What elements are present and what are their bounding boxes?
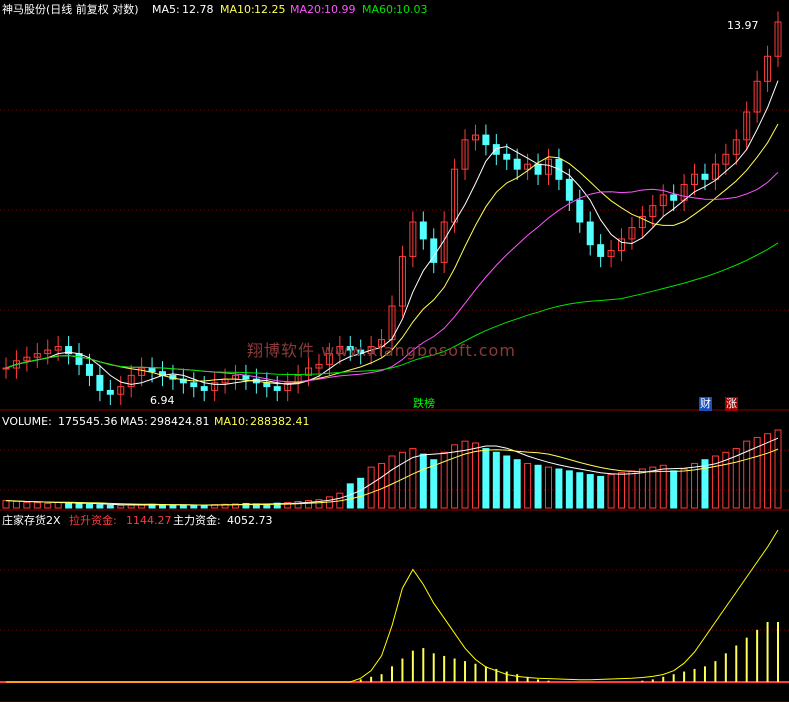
volume-bar xyxy=(23,501,31,509)
volume-bar xyxy=(732,448,740,509)
low-price-label: 6.94 xyxy=(150,394,175,407)
candle-body xyxy=(565,178,573,201)
candle-body xyxy=(701,173,709,180)
volume-bar xyxy=(169,504,177,509)
volume-value: 175545.36 xyxy=(58,415,118,428)
ma10-label: MA10: xyxy=(220,3,255,16)
high-price-label: 13.97 xyxy=(727,19,759,32)
volume-bar xyxy=(419,453,427,509)
volume-bar xyxy=(357,477,365,509)
volume-title: VOLUME: xyxy=(2,415,52,428)
volume-bar xyxy=(65,502,73,509)
volume-bar xyxy=(190,504,198,509)
candle-body xyxy=(2,367,10,370)
ma20-value: 10.99 xyxy=(324,3,356,16)
volume-bar xyxy=(388,455,396,509)
volume-bar xyxy=(555,468,563,509)
ma60-value: 10.03 xyxy=(396,3,428,16)
candle-body xyxy=(513,158,521,170)
candle-body xyxy=(273,386,281,391)
candle-body xyxy=(96,374,104,391)
volume-bar xyxy=(534,464,542,509)
volume-bar xyxy=(367,466,375,509)
volume-bar xyxy=(576,472,584,509)
ma5-line xyxy=(5,80,779,385)
candle-body xyxy=(482,134,490,146)
volume-bar xyxy=(451,444,459,509)
pull-funds-label: 拉升资金: xyxy=(69,514,117,527)
candle-body xyxy=(190,382,198,388)
volume-bar xyxy=(628,470,636,509)
candle-body xyxy=(597,244,605,257)
ma10-value: 12.25 xyxy=(254,3,286,16)
watermark: 翔博软件 www.xiangbosoft.com xyxy=(247,341,516,360)
volume-bar xyxy=(513,459,521,509)
volume-bar xyxy=(764,433,772,509)
volume-bar xyxy=(670,470,678,509)
volume-bar xyxy=(544,466,552,509)
volume-ma10-line xyxy=(5,448,779,506)
volume-bar xyxy=(96,504,104,509)
volume-ma10-value: 288382.41 xyxy=(250,415,310,428)
candle-body xyxy=(200,386,208,391)
volume-bar xyxy=(492,451,500,509)
indicator-title: 庄家存货2X xyxy=(2,514,61,527)
candle-body xyxy=(503,153,511,160)
main-funds-line xyxy=(6,529,779,683)
volume-bar xyxy=(680,468,688,509)
volume-bar xyxy=(127,504,135,509)
volume-bar xyxy=(117,504,125,509)
volume-bar xyxy=(44,502,52,509)
candle-body xyxy=(576,199,584,223)
candle-body xyxy=(586,221,594,246)
limit-down-tag[interactable]: 跌榜 xyxy=(413,397,435,411)
stock-title: 神马股份(日线 前复权 对数) xyxy=(2,3,139,16)
volume-bar xyxy=(305,500,313,509)
candle-body xyxy=(75,353,83,365)
volume-bar xyxy=(565,470,573,509)
volume-bar xyxy=(85,503,93,509)
candle-body xyxy=(670,194,678,201)
pull-funds-value: 1144.27 xyxy=(126,514,172,527)
volume-bar xyxy=(378,462,386,509)
candle-body xyxy=(106,389,114,395)
candle-body xyxy=(419,221,427,240)
volume-bar xyxy=(503,455,511,509)
volume-bar xyxy=(649,466,657,509)
volume-bar xyxy=(638,468,646,509)
volume-bar xyxy=(597,475,605,509)
ma5-label: MA5: xyxy=(152,3,180,16)
ma5-value: 12.78 xyxy=(182,3,214,16)
main-funds-value: 4052.73 xyxy=(227,514,273,527)
rise-tag[interactable]: 涨 xyxy=(725,397,738,411)
volume-bar xyxy=(75,503,83,509)
volume-bar xyxy=(106,504,114,509)
candle-body xyxy=(148,367,156,373)
volume-ma5-label: MA5: xyxy=(120,415,148,428)
volume-bar xyxy=(2,500,10,509)
finance-tag[interactable]: 财 xyxy=(699,397,712,411)
volume-bar xyxy=(586,474,594,509)
volume-bar xyxy=(524,462,532,509)
candle-body xyxy=(492,144,500,155)
volume-bar xyxy=(618,472,626,509)
volume-bar xyxy=(12,501,20,509)
candle-body xyxy=(534,163,542,175)
candle-body xyxy=(263,382,271,388)
volume-bar xyxy=(471,442,479,509)
volume-bar xyxy=(607,474,615,509)
volume-ma5-value: 298424.81 xyxy=(150,415,210,428)
main-funds-label: 主力资金: xyxy=(173,514,221,527)
volume-bar xyxy=(701,459,709,509)
ma20-label: MA20: xyxy=(290,3,325,16)
volume-bar xyxy=(54,501,62,509)
volume-ma10-label: MA10: xyxy=(214,415,249,428)
volume-bar xyxy=(179,504,187,509)
volume-bar xyxy=(774,429,782,509)
volume-bar xyxy=(33,502,41,509)
volume-bar xyxy=(482,448,490,509)
candle-body xyxy=(85,363,93,376)
ma60-label: MA60: xyxy=(362,3,397,16)
